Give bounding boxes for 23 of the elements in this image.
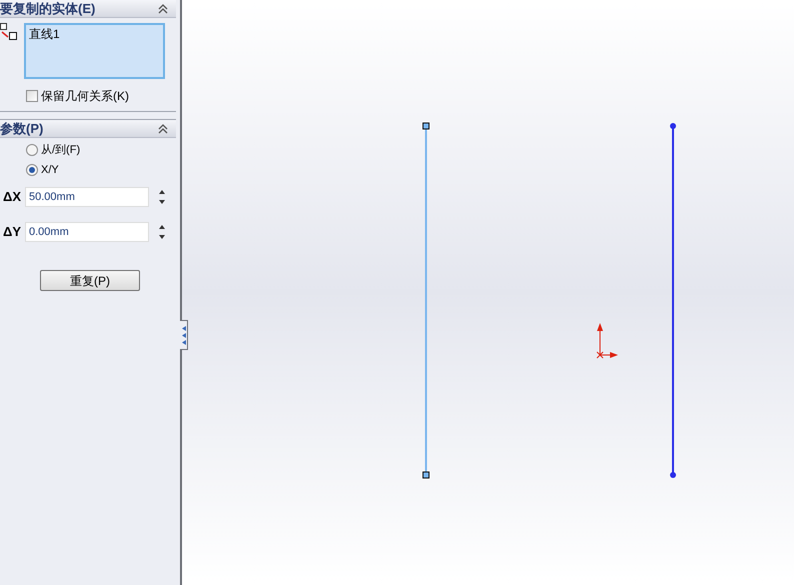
- entity-list-box[interactable]: 直线1: [24, 23, 165, 79]
- checkbox-label: 保留几何关系(K): [41, 88, 129, 105]
- field-label: ΔY: [3, 223, 22, 242]
- copied-sketch-line[interactable]: [670, 123, 676, 478]
- section-title: 参数(P): [0, 120, 44, 138]
- repeat-button[interactable]: 重复(P): [40, 270, 140, 291]
- field-label: ΔX: [3, 188, 22, 206]
- origin-icon: [596, 323, 618, 358]
- value-field[interactable]: 0.00mm: [25, 222, 149, 242]
- radio-label: 从/到(F): [41, 143, 80, 158]
- entity-selection-icon: [0, 23, 18, 43]
- section-title: 要复制的实体(E): [0, 0, 96, 18]
- collapse-icon[interactable]: [158, 124, 168, 134]
- value-field[interactable]: 50.00mm: [25, 187, 149, 207]
- radio-button[interactable]: [26, 144, 38, 156]
- collapse-icon[interactable]: [158, 4, 168, 14]
- checkbox[interactable]: [26, 90, 38, 102]
- radio-label: X/Y: [41, 162, 59, 178]
- panel-collapse-handle[interactable]: [180, 320, 188, 350]
- section-header[interactable]: 参数(P): [0, 120, 176, 138]
- section-header[interactable]: 要复制的实体(E): [0, 0, 176, 18]
- radio-button[interactable]: [26, 164, 38, 176]
- entity-list-item[interactable]: 直线1: [29, 25, 160, 43]
